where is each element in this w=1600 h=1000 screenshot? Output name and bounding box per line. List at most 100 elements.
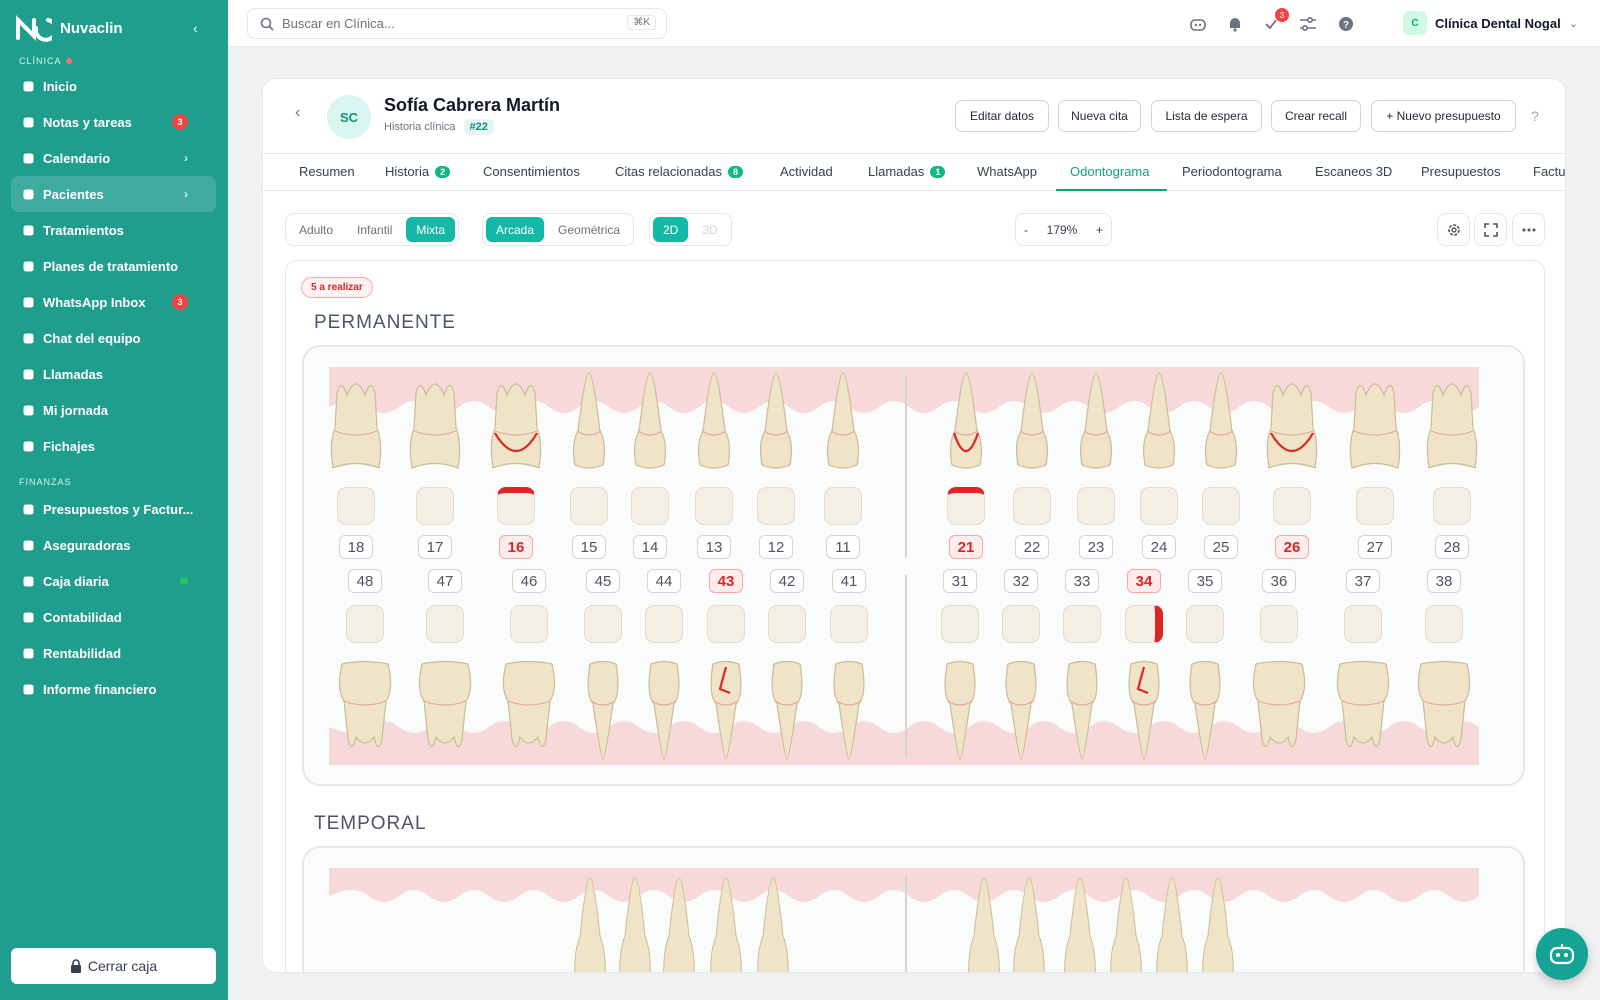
tooth-27-surface-icon[interactable]: [1356, 487, 1394, 525]
tooth-number[interactable]: 21: [949, 535, 983, 559]
sidebar-item-presupuestos-y-factur[interactable]: Presupuestos y Factur...: [11, 491, 216, 527]
view-arcada[interactable]: Arcada: [486, 217, 545, 242]
tooth-number[interactable]: 38: [1427, 569, 1461, 593]
sidebar-item-calendario[interactable]: Calendario ›: [11, 140, 216, 176]
tooth-12-icon[interactable]: [756, 372, 796, 473]
tooth-25-icon[interactable]: [1201, 372, 1241, 473]
assistant-chat-button[interactable]: [1536, 928, 1588, 980]
tab-facturas[interactable]: Factu: [1533, 164, 1565, 179]
zoom-out-button[interactable]: -: [1024, 223, 1028, 237]
tooth-number[interactable]: 15: [572, 535, 606, 559]
more-options-icon[interactable]: [1512, 213, 1545, 246]
tooth-34-icon[interactable]: [1124, 659, 1164, 760]
view-geometrica[interactable]: Geométrica: [548, 217, 630, 242]
sidebar-item-pacientes[interactable]: Pacientes ›: [11, 176, 216, 212]
tooth-32-surface-icon[interactable]: [1002, 605, 1040, 643]
tooth-38-icon[interactable]: [1415, 659, 1473, 759]
tooth-number[interactable]: 45: [586, 569, 620, 593]
temporary-tooth-icon[interactable]: [1198, 876, 1238, 973]
sidebar-item-chat-del-equipo[interactable]: Chat del equipo: [11, 320, 216, 356]
close-register-button[interactable]: Cerrar caja: [11, 948, 216, 984]
tooth-number[interactable]: 32: [1004, 569, 1038, 593]
temporary-tooth-icon[interactable]: [706, 876, 746, 973]
collapse-sidebar-icon[interactable]: ‹: [193, 20, 198, 36]
tooth-43-surface-icon[interactable]: [707, 605, 745, 643]
sidebar-item-inicio[interactable]: Inicio: [11, 68, 216, 104]
tab-periodontograma[interactable]: Periodontograma: [1182, 164, 1282, 179]
tooth-number[interactable]: 17: [418, 535, 452, 559]
tooth-number[interactable]: 12: [759, 535, 793, 559]
tooth-number[interactable]: 47: [428, 569, 462, 593]
tooth-44-icon[interactable]: [644, 659, 684, 760]
tooth-18-surface-icon[interactable]: [337, 487, 375, 525]
tab-odontograma[interactable]: Odontograma: [1070, 164, 1150, 179]
filters-sliders-icon[interactable]: [1298, 14, 1318, 34]
tab-historia[interactable]: Historia 2: [385, 164, 451, 179]
search-input[interactable]: Buscar en Clínica... ⌘K: [247, 8, 667, 39]
clinic-switcher[interactable]: C Clínica Dental Nogal ⌄: [1403, 11, 1578, 35]
tooth-number[interactable]: 16: [499, 535, 533, 559]
sidebar-item-fichajes[interactable]: Fichajes: [11, 428, 216, 464]
edit-data-button[interactable]: Editar datos: [955, 100, 1049, 132]
back-arrow-icon[interactable]: ‹: [295, 104, 300, 122]
waiting-list-button[interactable]: Lista de espera: [1151, 100, 1262, 132]
tooth-23-icon[interactable]: [1076, 372, 1116, 473]
tooth-number[interactable]: 28: [1435, 535, 1469, 559]
tooth-34-surface-icon[interactable]: [1125, 605, 1163, 643]
tooth-46-surface-icon[interactable]: [510, 605, 548, 643]
tooth-32-icon[interactable]: [1001, 659, 1041, 760]
tooth-16-icon[interactable]: [487, 373, 545, 473]
tooth-35-surface-icon[interactable]: [1186, 605, 1224, 643]
tooth-number[interactable]: 43: [709, 569, 743, 593]
tooth-number[interactable]: 34: [1127, 569, 1161, 593]
tooth-number[interactable]: 26: [1275, 535, 1309, 559]
tooth-number[interactable]: 27: [1358, 535, 1392, 559]
tab-actividad[interactable]: Actividad: [780, 164, 833, 179]
temporary-tooth-icon[interactable]: [615, 876, 655, 973]
tooth-26-icon[interactable]: [1263, 373, 1321, 473]
temporary-tooth-icon[interactable]: [753, 876, 793, 973]
tooth-number[interactable]: 24: [1142, 535, 1176, 559]
sidebar-item-whatsapp-inbox[interactable]: WhatsApp Inbox 3: [11, 284, 216, 320]
tooth-43-icon[interactable]: [706, 659, 746, 760]
tooth-37-icon[interactable]: [1334, 659, 1392, 759]
tooth-15-surface-icon[interactable]: [570, 487, 608, 525]
tooth-number[interactable]: 25: [1204, 535, 1238, 559]
zoom-in-button[interactable]: +: [1096, 223, 1103, 237]
tooth-number[interactable]: 42: [770, 569, 804, 593]
brand-logo[interactable]: Nuvaclin: [14, 14, 123, 42]
tooth-18-icon[interactable]: [327, 373, 385, 473]
tooth-27-icon[interactable]: [1346, 373, 1404, 473]
tooth-number[interactable]: 44: [647, 569, 681, 593]
tasks-check-icon[interactable]: 3: [1261, 8, 1289, 34]
tooth-21-surface-icon[interactable]: [947, 487, 985, 525]
sidebar-item-tratamientos[interactable]: Tratamientos: [11, 212, 216, 248]
tooth-28-surface-icon[interactable]: [1433, 487, 1471, 525]
tooth-number[interactable]: 23: [1079, 535, 1113, 559]
sidebar-item-mi-jornada[interactable]: Mi jornada: [11, 392, 216, 428]
tooth-22-icon[interactable]: [1012, 372, 1052, 473]
sidebar-item-aseguradoras[interactable]: Aseguradoras: [11, 527, 216, 563]
tooth-33-icon[interactable]: [1062, 659, 1102, 760]
tooth-15-icon[interactable]: [569, 372, 609, 473]
tooth-number[interactable]: 13: [697, 535, 731, 559]
tooth-45-icon[interactable]: [583, 659, 623, 760]
temporary-tooth-icon[interactable]: [1152, 876, 1192, 973]
tab-consentimientos[interactable]: Consentimientos: [483, 164, 580, 179]
temporary-tooth-icon[interactable]: [1009, 876, 1049, 973]
tooth-33-surface-icon[interactable]: [1063, 605, 1101, 643]
tooth-number[interactable]: 36: [1262, 569, 1296, 593]
tooth-26-surface-icon[interactable]: [1273, 487, 1311, 525]
sidebar-item-planes-de-tratamiento[interactable]: Planes de tratamiento: [11, 248, 216, 284]
tooth-24-surface-icon[interactable]: [1140, 487, 1178, 525]
tooth-14-icon[interactable]: [630, 372, 670, 473]
temporary-tooth-icon[interactable]: [1060, 876, 1100, 973]
tooth-38-surface-icon[interactable]: [1425, 605, 1463, 643]
sidebar-item-caja-diaria[interactable]: Caja diaria: [11, 563, 216, 599]
sidebar-item-notas-y-tareas[interactable]: Notas y tareas 3: [11, 104, 216, 140]
temporary-tooth-icon[interactable]: [964, 876, 1004, 973]
tooth-42-icon[interactable]: [767, 659, 807, 760]
tooth-41-icon[interactable]: [829, 659, 869, 760]
tooth-48-icon[interactable]: [336, 659, 394, 759]
new-budget-button[interactable]: + Nuevo presupuesto: [1371, 100, 1516, 132]
